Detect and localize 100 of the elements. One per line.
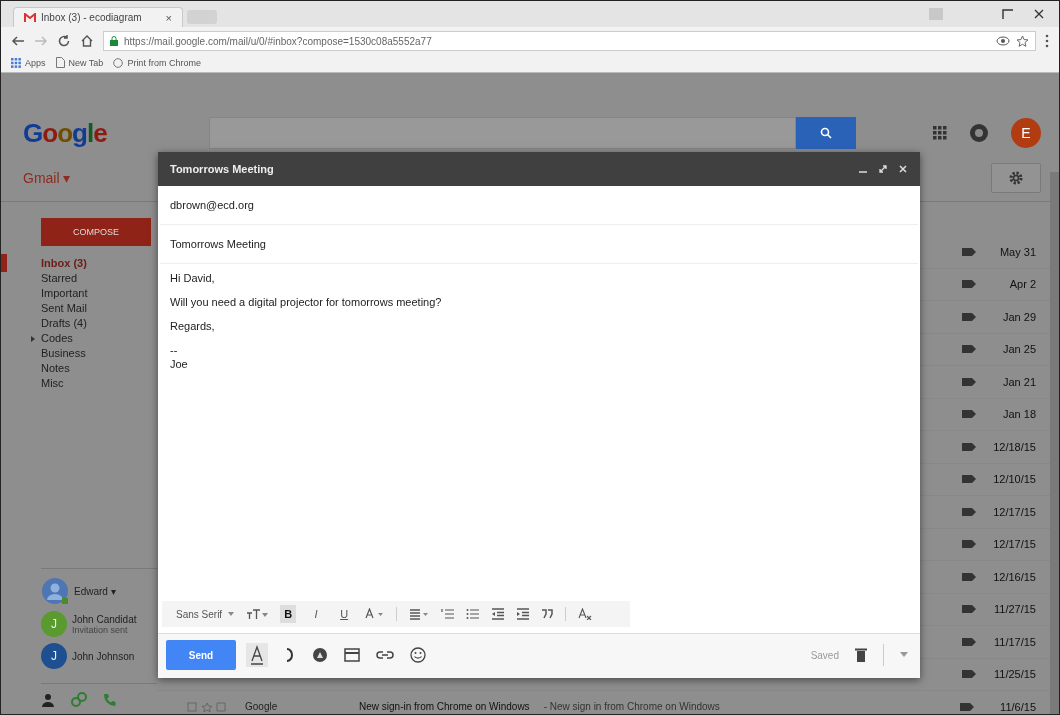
indent-less-icon[interactable] <box>491 608 505 620</box>
label-icon <box>962 475 976 484</box>
folder-item[interactable]: Codes <box>1 331 157 346</box>
expand-icon[interactable] <box>30 336 36 342</box>
formatting-options-icon[interactable] <box>246 643 268 667</box>
bulleted-list-icon[interactable] <box>466 608 480 620</box>
chat-contact[interactable]: J John Candidat Invitation sent <box>41 611 157 637</box>
page-icon <box>55 57 65 68</box>
email-date: 11/25/15 <box>993 668 1036 681</box>
notification-icon[interactable] <box>969 123 989 143</box>
search-icon <box>820 127 832 139</box>
link-icon[interactable] <box>376 650 394 660</box>
google-logo[interactable]: Google <box>23 117 173 149</box>
photo-icon[interactable] <box>344 647 360 663</box>
settings-button[interactable] <box>991 163 1041 193</box>
email-date: 11/6/15 <box>999 700 1036 713</box>
back-icon[interactable] <box>11 35 25 47</box>
label-icon <box>962 377 976 386</box>
message-line: Regards, <box>170 320 216 332</box>
menu-icon[interactable] <box>1045 34 1049 48</box>
contact-name: John Johnson <box>72 650 135 662</box>
expand-icon[interactable] <box>878 164 888 174</box>
folder-item[interactable]: Inbox (3) <box>1 256 157 271</box>
eye-icon[interactable] <box>996 36 1010 46</box>
more-options-icon[interactable] <box>900 652 908 658</box>
label-icon <box>962 572 976 581</box>
font-select[interactable]: Sans Serif <box>176 608 235 620</box>
send-button[interactable]: Send <box>166 640 236 670</box>
email-date: Jan 29 <box>1001 310 1036 323</box>
avatar[interactable]: E <box>1011 118 1041 148</box>
row-checkbox-icons[interactable] <box>187 701 227 712</box>
email-date: 12/17/15 <box>992 505 1036 518</box>
compose-button[interactable]: COMPOSE <box>41 218 151 246</box>
email-date: Jan 21 <box>1001 375 1036 388</box>
label-icon <box>962 507 976 516</box>
close-icon[interactable] <box>1033 8 1045 20</box>
tab-close[interactable]: × <box>165 11 172 24</box>
folder-item[interactable]: Drafts (4) <box>1 316 157 331</box>
message-line: Will you need a digital projector for tomorrows meeting? <box>170 296 443 308</box>
bookmark[interactable]: Apps <box>11 57 46 68</box>
email-date: 12/10/15 <box>992 473 1036 486</box>
email-date: Apr 2 <box>1008 278 1036 291</box>
trash-icon[interactable] <box>855 648 867 662</box>
message-line: Hi David, <box>170 272 216 284</box>
folder-item[interactable]: Important <box>1 286 157 301</box>
search-field[interactable] <box>209 117 796 149</box>
browser-tab[interactable]: Inbox (3) - ecodiagram × <box>13 7 183 27</box>
settings-icon <box>1008 170 1024 186</box>
bookmark[interactable]: New Tab <box>55 57 104 68</box>
recipient-field[interactable]: dbrown@ecd.org <box>160 186 918 225</box>
scrollbar[interactable] <box>1050 172 1059 714</box>
text-size-icon[interactable] <box>246 608 269 620</box>
folder-item[interactable]: Business <box>1 346 157 361</box>
align-icon[interactable] <box>409 608 430 620</box>
mail-icon <box>24 12 36 23</box>
clear-formatting-icon[interactable] <box>578 608 593 620</box>
label-icon <box>962 345 976 354</box>
folder-item[interactable]: Misc <box>1 376 157 391</box>
underline-button[interactable]: U <box>336 605 353 623</box>
numbered-list-icon[interactable] <box>441 608 455 620</box>
email-subject: New sign-in from Chrome on Windows <box>359 701 530 713</box>
quote-icon[interactable] <box>541 609 554 619</box>
bold-button[interactable]: B <box>280 605 297 623</box>
email-date: 11/17/15 <box>993 635 1036 648</box>
person-icon[interactable] <box>41 693 55 707</box>
email-date: 12/18/15 <box>992 440 1036 453</box>
bookmark[interactable]: Print from Chrome <box>113 57 201 68</box>
star-icon[interactable] <box>1016 34 1029 48</box>
label-icon <box>962 247 976 256</box>
folder-item[interactable]: Sent Mail <box>1 301 157 316</box>
address-bar[interactable]: https://mail.google.com/mail/u/0/#inbox?compose=1530c08a5552a77 <box>103 31 1036 51</box>
globe-icon <box>113 57 124 68</box>
label-icon <box>962 637 976 646</box>
home-icon[interactable] <box>80 34 94 48</box>
tab-title: Inbox (3) - ecodiagram <box>41 12 142 23</box>
chat-contact[interactable]: J John Johnson <box>41 643 157 669</box>
email-snippet: - New sign in from Chrome on Windows <box>543 701 720 713</box>
italic-button[interactable]: I <box>308 605 325 623</box>
text-color-icon[interactable] <box>364 608 385 620</box>
label-icon <box>962 312 976 321</box>
chat-user[interactable]: Edward ▾ <box>74 585 116 597</box>
label-icon <box>962 605 976 614</box>
person-avatar-icon <box>41 577 69 605</box>
folder-item[interactable]: Starred <box>1 271 157 286</box>
restore-icon[interactable] <box>1001 8 1015 20</box>
contact-status: Invitation sent <box>72 624 129 635</box>
label-icon <box>962 670 976 679</box>
apps-grid-icon[interactable] <box>933 126 947 140</box>
reload-icon[interactable] <box>57 34 71 48</box>
indent-more-icon[interactable] <box>516 608 530 620</box>
folder-item[interactable]: Notes <box>1 361 157 376</box>
message-line: -- <box>170 344 179 356</box>
email-sender: Google <box>245 701 279 713</box>
subject-field[interactable]: Tomorrows Meeting <box>160 225 918 264</box>
caret-icon <box>228 612 235 616</box>
drive-icon[interactable] <box>312 647 328 663</box>
email-date: Jan 25 <box>1001 343 1036 356</box>
emoji-icon[interactable] <box>410 647 426 663</box>
saved-status: Saved <box>810 649 839 661</box>
contact-avatar: J <box>41 643 67 669</box>
